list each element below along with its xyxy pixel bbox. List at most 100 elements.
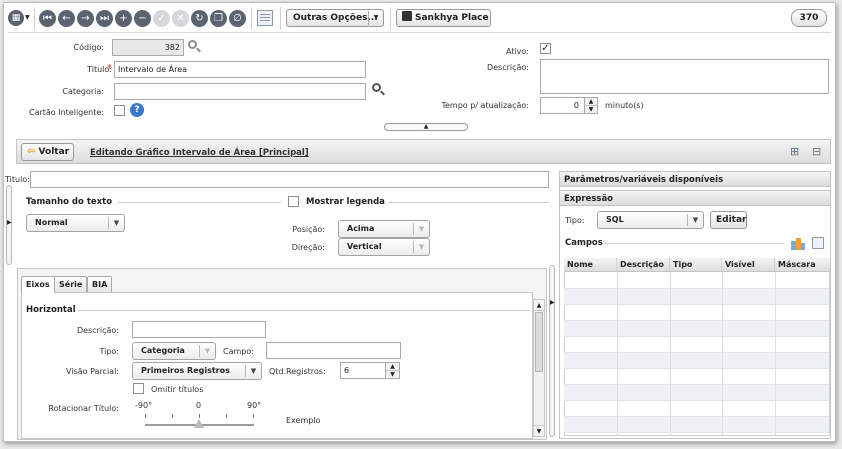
help-icon[interactable]: ? — [130, 103, 144, 117]
ativo-checkbox[interactable]: ✓ — [540, 43, 551, 54]
expressao-tipo-label: Tipo: — [565, 216, 585, 225]
expand-arrow-icon[interactable]: ▶ — [7, 219, 12, 226]
table-row — [564, 385, 829, 401]
chevron-up-icon[interactable]: ▲ — [585, 98, 597, 106]
chevron-up-icon[interactable]: ▲ — [386, 363, 399, 371]
categoria-field[interactable] — [114, 83, 366, 100]
visao-value: Primeiros Registros — [141, 366, 230, 375]
visao-select[interactable]: Primeiros Registros ▼ — [132, 362, 262, 380]
chevron-down-icon[interactable]: ▼ — [585, 106, 597, 113]
editar-label: Editar — [716, 215, 747, 225]
qtd-label: Qtd.Registros: — [269, 367, 326, 376]
campo-field[interactable] — [266, 342, 401, 359]
tempo-stepper[interactable]: ▲ ▼ — [584, 97, 598, 114]
search-icon[interactable] — [372, 83, 386, 97]
table-row — [564, 401, 829, 417]
search-icon[interactable] — [188, 40, 202, 54]
codigo-field[interactable]: 382 — [112, 39, 184, 56]
toolbar-separator — [34, 7, 35, 30]
toolbar-separator — [280, 7, 281, 30]
legenda-checkbox[interactable] — [288, 196, 299, 207]
grid-view-icon[interactable]: ⊟ — [812, 145, 826, 158]
codigo-label: Código: — [73, 43, 104, 52]
chart-titulo-field[interactable] — [30, 171, 549, 188]
table-row — [564, 353, 829, 369]
grid-menu-button[interactable]: ▦ ▼ — [8, 9, 30, 28]
eixo-descricao-label: Descrição: — [76, 326, 119, 335]
tamanho-select[interactable]: Normal ▼ — [26, 214, 125, 232]
chart-titulo-label: Titulo: — [5, 175, 30, 184]
record-count-badge: 370 — [791, 9, 827, 27]
qtd-stepper[interactable]: ▲ ▼ — [385, 362, 400, 379]
categoria-label: Categoria: — [62, 87, 104, 96]
cancel-icon[interactable]: ✕ — [172, 10, 189, 27]
fields-config-icon[interactable] — [791, 236, 805, 250]
expressao-tipo-select[interactable]: SQL ▼ — [597, 211, 704, 229]
eixo-tipo-label: Tipo: — [99, 347, 119, 356]
editor-heading[interactable]: Editando Gráfico Intervalo de Área [Prin… — [90, 148, 309, 158]
col-descricao[interactable]: Descrição — [617, 258, 670, 271]
tab-scrollbar[interactable]: ▲ ▼ — [533, 299, 545, 437]
voltar-button[interactable]: ⇦ Voltar — [21, 143, 74, 161]
sankhya-place-button[interactable]: Sankhya Place — [396, 9, 491, 27]
panel-splitter[interactable] — [549, 265, 555, 437]
posicao-value: Acima — [347, 224, 375, 233]
campo-label: Campo: — [223, 347, 254, 356]
editar-button[interactable]: Editar — [710, 211, 747, 229]
last-record-icon[interactable]: ⏭ — [96, 10, 113, 27]
remove-record-icon[interactable]: − — [134, 10, 151, 27]
eixo-tipo-select[interactable]: Categoria ▼ — [132, 342, 216, 360]
chevron-down-icon: ▼ — [413, 241, 429, 253]
table-icon[interactable] — [812, 237, 824, 249]
attach-icon[interactable]: ∅ — [229, 10, 246, 27]
collapse-header-button[interactable]: ▲ — [384, 123, 468, 131]
report-icon[interactable] — [257, 10, 273, 26]
titulo-field[interactable]: Intervalo de Área — [114, 61, 366, 78]
tab-eixos[interactable]: Eixos — [21, 276, 55, 293]
copy-icon[interactable]: ❐ — [210, 10, 227, 27]
col-visivel[interactable]: Visível — [722, 258, 775, 271]
tree-icon[interactable]: ⊞ — [790, 145, 804, 158]
eixo-tipo-value: Categoria — [141, 346, 185, 355]
chevron-down-icon: ▼ — [199, 345, 215, 357]
next-record-icon[interactable]: → — [77, 10, 94, 27]
chevron-down-icon: ▼ — [687, 214, 703, 226]
slider-mid-label: 0 — [196, 401, 202, 410]
rotation-slider-thumb[interactable] — [194, 419, 204, 428]
refresh-icon[interactable]: ↻ — [191, 10, 208, 27]
chevron-up-icon[interactable]: ▲ — [534, 300, 544, 311]
eixo-descricao-field[interactable] — [132, 321, 266, 338]
required-marker: * — [107, 63, 112, 74]
direcao-select[interactable]: Vertical ▼ — [338, 238, 430, 256]
sankhya-place-label: Sankhya Place — [415, 13, 489, 23]
chevron-down-icon[interactable]: ▼ — [386, 371, 399, 378]
col-tipo[interactable]: Tipo — [670, 258, 722, 271]
table-row — [564, 321, 829, 337]
col-nome[interactable]: Nome — [564, 258, 617, 271]
tab-bia[interactable]: BIA — [87, 276, 113, 292]
first-record-icon[interactable]: ⏮ — [39, 10, 56, 27]
posicao-select[interactable]: Acima ▼ — [338, 220, 430, 238]
add-record-icon[interactable]: + — [115, 10, 132, 27]
col-mascara[interactable]: Máscara — [775, 258, 830, 271]
campos-divider — [604, 243, 784, 244]
chevron-down-icon[interactable]: ▼ — [534, 425, 544, 436]
descricao-field[interactable] — [540, 59, 829, 94]
table-row — [564, 369, 829, 385]
legenda-divider — [388, 202, 549, 203]
omitir-checkbox[interactable] — [133, 383, 144, 394]
slider-min-label: -90° — [135, 401, 153, 410]
previous-record-icon[interactable]: ← — [58, 10, 75, 27]
chevron-down-icon: ▼ — [245, 365, 261, 377]
slider-max-label: 90° — [247, 401, 262, 410]
tab-bia-label: BIA — [92, 280, 108, 289]
outras-opcoes-button[interactable]: Outras Opções... ▼ — [286, 9, 384, 27]
grid-col-divider — [722, 272, 723, 435]
tempo-value: 0 — [573, 101, 579, 110]
tab-serie[interactable]: Série — [54, 276, 88, 292]
expand-arrow-icon[interactable]: ▶ — [550, 299, 555, 306]
scrollbar-thumb[interactable] — [535, 312, 543, 372]
confirm-icon[interactable]: ✓ — [153, 10, 170, 27]
chevron-down-icon: ▼ — [413, 223, 429, 235]
cartao-checkbox[interactable] — [114, 105, 125, 116]
